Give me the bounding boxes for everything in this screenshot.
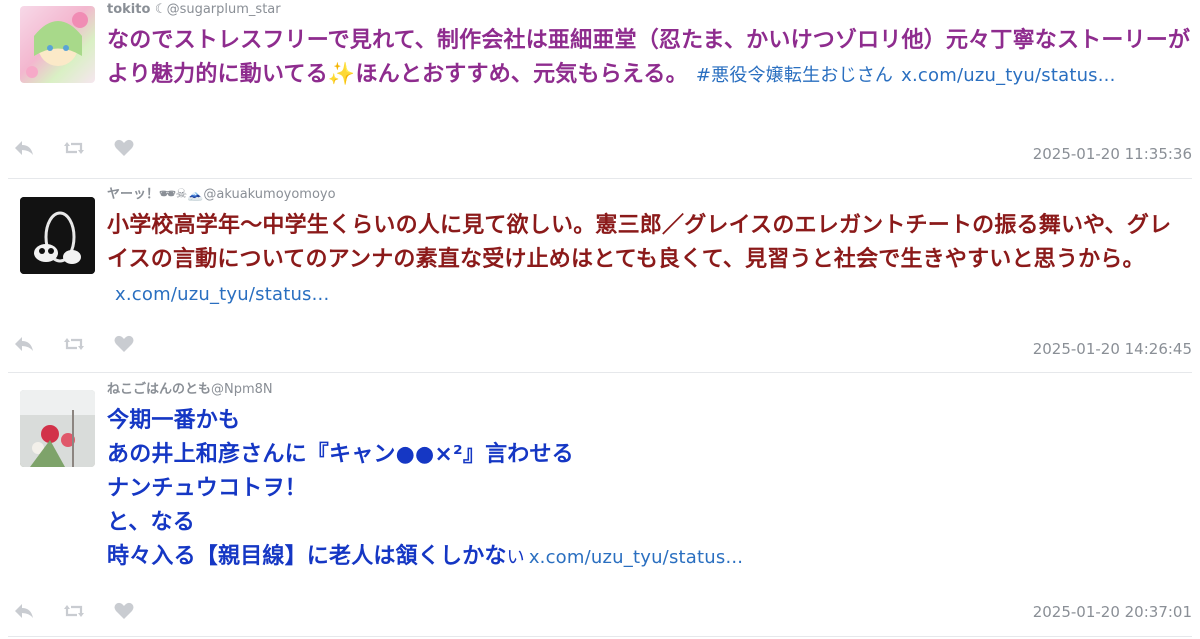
- like-icon[interactable]: [112, 600, 136, 622]
- reply-icon[interactable]: [12, 600, 36, 622]
- tweet-actions: [12, 600, 136, 622]
- handle[interactable]: @akuakumoyomoyo: [203, 187, 335, 202]
- tweet-text: なのでストレスフリーで見れて、制作会社は亜細亜堂（忍たま、かいけつゾロリ他）元々…: [107, 24, 1192, 93]
- tweet-header: tokito ☾@sugarplum_star: [107, 0, 1192, 20]
- tweet-line: あの井上和彦さんに『キャン●●×²』言わせる: [107, 442, 574, 467]
- status-link[interactable]: x.com/uzu_tyu/status...: [529, 547, 743, 568]
- tweet-actions: [12, 333, 136, 355]
- tweet-text: 今期一番かも あの井上和彦さんに『キャン●●×²』言わせる ナンチュウコトヲ！ …: [107, 404, 1192, 575]
- tweet: tokito ☾@sugarplum_star なのでストレスフリーで見れて、制…: [0, 0, 1200, 178]
- display-name[interactable]: ヤーッ！🕶☠🗻: [107, 187, 203, 202]
- timestamp[interactable]: 2025-01-20 20:37:01: [1033, 603, 1192, 621]
- handle[interactable]: @sugarplum_star: [167, 2, 281, 17]
- reply-icon[interactable]: [12, 333, 36, 355]
- avatar[interactable]: [20, 390, 95, 467]
- status-link[interactable]: x.com/uzu_tyu/status...: [115, 284, 329, 305]
- avatar[interactable]: [20, 197, 95, 274]
- tweet-actions: [12, 137, 136, 159]
- avatar[interactable]: [20, 6, 95, 83]
- tweet-body: 小学校高学年〜中学生くらいの人に見て欲しい。憲三郎／グレイスのエレガントチートの…: [107, 213, 1172, 272]
- tweet-line: 時々入る【親目線】に老人は頷くしかな: [107, 544, 507, 569]
- like-icon[interactable]: [112, 333, 136, 355]
- tweet-separator: [8, 636, 1192, 637]
- tweet-line-last: 時々入る【親目線】に老人は頷くしかない x.com/uzu_tyu/status.…: [107, 540, 1192, 575]
- tweet-text: 小学校高学年〜中学生くらいの人に見て欲しい。憲三郎／グレイスのエレガントチートの…: [107, 209, 1192, 312]
- retweet-icon[interactable]: [62, 333, 86, 355]
- like-icon[interactable]: [112, 137, 136, 159]
- tweet-tail: い: [506, 547, 525, 568]
- reply-icon[interactable]: [12, 137, 36, 159]
- tweet-header: ヤーッ！🕶☠🗻@akuakumoyomoyo: [107, 185, 1192, 205]
- tweet-line: 今期一番かも: [107, 408, 241, 433]
- tweet-separator: [8, 372, 1192, 373]
- handle[interactable]: @Npm8N: [211, 382, 273, 397]
- hashtag-link[interactable]: #悪役令嬢転生おじさん: [696, 65, 893, 86]
- tweet-line: ナンチュウコトヲ！: [107, 476, 307, 501]
- tweet-header: ねこごはんのとも@Npm8N: [107, 380, 1192, 400]
- tweet-feed: tokito ☾@sugarplum_star なのでストレスフリーで見れて、制…: [0, 0, 1200, 639]
- timestamp[interactable]: 2025-01-20 14:26:45: [1033, 340, 1192, 358]
- display-name[interactable]: ねこごはんのとも: [107, 382, 211, 397]
- tweet: ねこごはんのとも@Npm8N 今期一番かも あの井上和彦さんに『キャン●●×²』…: [0, 380, 1200, 635]
- display-name[interactable]: tokito ☾: [107, 2, 167, 17]
- retweet-icon[interactable]: [62, 600, 86, 622]
- retweet-icon[interactable]: [62, 137, 86, 159]
- tweet-line: と、なる: [107, 510, 195, 535]
- tweet: ヤーッ！🕶☠🗻@akuakumoyomoyo 小学校高学年〜中学生くらいの人に見…: [0, 185, 1200, 370]
- status-link[interactable]: x.com/uzu_tyu/status...: [901, 65, 1115, 86]
- timestamp[interactable]: 2025-01-20 11:35:36: [1033, 145, 1192, 163]
- tweet-separator: [8, 178, 1192, 179]
